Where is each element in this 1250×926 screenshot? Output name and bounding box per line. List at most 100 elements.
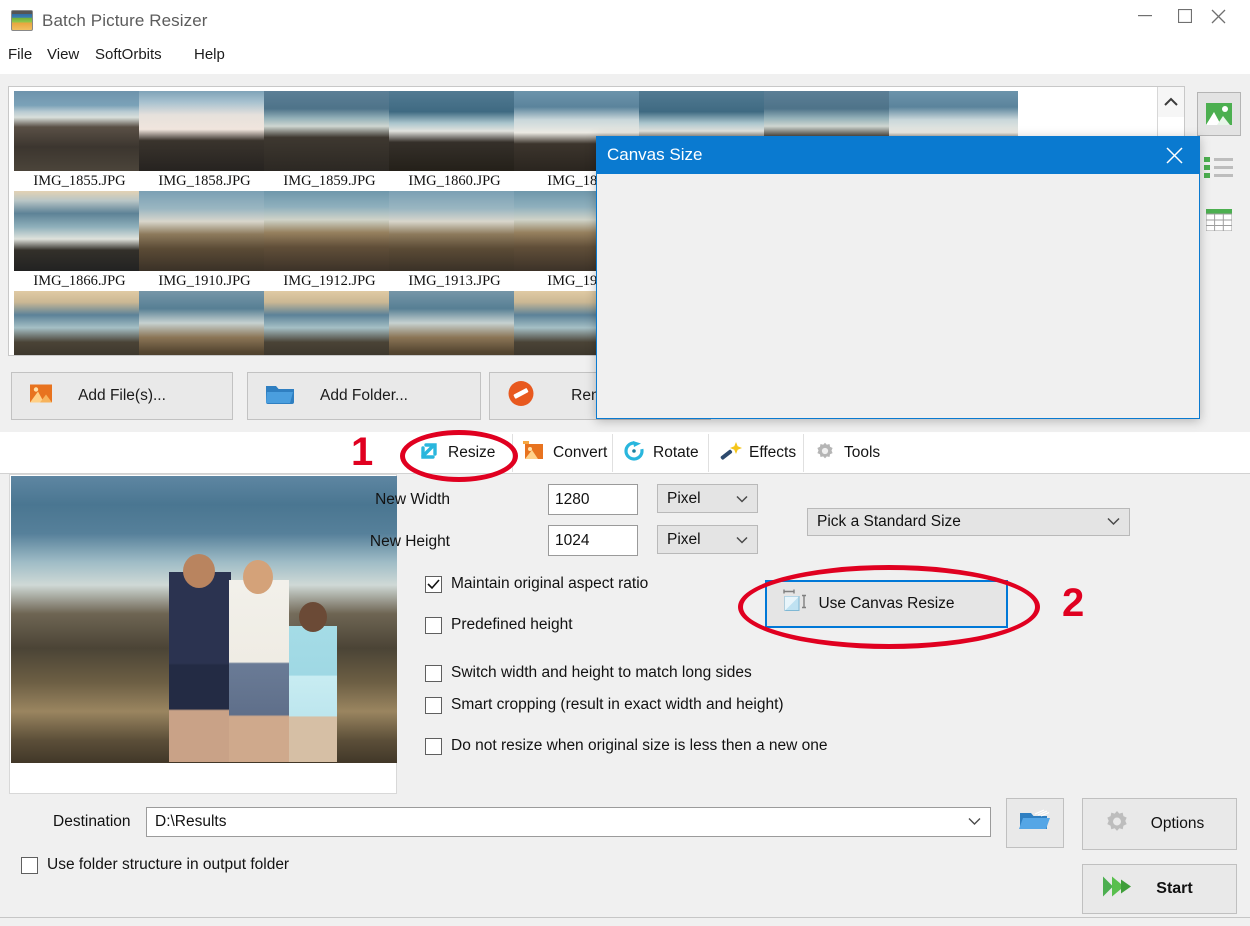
thumbnail-item[interactable]	[264, 291, 395, 355]
new-height-label: New Height	[369, 533, 450, 550]
preview-image	[11, 476, 397, 763]
add-folder-label: Add Folder...	[320, 387, 408, 404]
preview-figure-child-head	[299, 602, 327, 632]
chevron-up-icon[interactable]	[1158, 87, 1184, 117]
start-button[interactable]: Start	[1082, 864, 1237, 914]
checkbox-box[interactable]	[425, 737, 442, 755]
thumbnail-label: IMG_1855.JPG	[33, 173, 126, 189]
preview-figure-woman-head	[243, 560, 273, 594]
add-files-button[interactable]: Add File(s)...	[11, 372, 233, 420]
checkbox-use-folder-structure[interactable]: Use folder structure in output folder	[21, 856, 289, 874]
new-width-unit-select[interactable]: Pixel	[657, 484, 758, 513]
status-bar-divider	[0, 917, 1250, 918]
dialog-close-button[interactable]	[1153, 140, 1195, 171]
preview-figure-woman	[229, 580, 289, 762]
thumbnail-image	[14, 191, 143, 271]
menu-item-softorbits[interactable]: SoftOrbits	[95, 46, 162, 63]
checkbox-label: Use folder structure in output folder	[47, 856, 290, 873]
close-button[interactable]	[1195, 0, 1241, 32]
destination-label: Destination	[53, 813, 131, 830]
list-view-icon[interactable]	[1197, 145, 1241, 189]
preview-pane	[9, 474, 397, 794]
check-icon	[427, 578, 440, 589]
tab-rotate[interactable]: Rotate	[612, 434, 708, 472]
gear-icon	[813, 440, 837, 467]
thumbnail-image	[139, 291, 268, 355]
annotation-number-1: 1	[351, 430, 374, 474]
convert-image-icon	[522, 440, 546, 467]
checkbox-label: Do not resize when original size is less…	[451, 737, 828, 754]
thumbnail-item[interactable]	[139, 291, 270, 355]
canvas-size-dialog: Canvas Size	[596, 136, 1200, 419]
thumbnail-label: IMG_1912.JPG	[283, 273, 376, 289]
options-button[interactable]: Options	[1082, 798, 1237, 850]
thumbnail-label: IMG_1860.JPG	[408, 173, 501, 189]
checkbox-label: Smart cropping (result in exact width an…	[451, 696, 784, 713]
thumbnail-item[interactable]	[14, 291, 145, 355]
thumbnail-item[interactable]	[389, 291, 520, 355]
tab-resize[interactable]: Resize	[408, 434, 505, 472]
thumbnail-item[interactable]: IMG_1859.JPG	[264, 91, 395, 190]
new-width-label: New Width	[375, 491, 450, 508]
thumbnail-item[interactable]: IMG_1858.JPG	[139, 91, 270, 190]
thumbnail-item[interactable]: IMG_1866.JPG	[14, 191, 145, 290]
checkbox-box[interactable]	[425, 616, 442, 634]
rotate-circle-icon	[622, 440, 646, 467]
checkbox-label: Predefined height	[451, 616, 573, 633]
menu-item-help[interactable]: Help	[194, 46, 225, 63]
start-label: Start	[1156, 880, 1193, 897]
browse-folder-button[interactable]	[1006, 798, 1064, 848]
use-canvas-resize-button[interactable]: Use Canvas Resize	[765, 580, 1008, 628]
standard-size-select[interactable]: Pick a Standard Size	[807, 508, 1130, 536]
menu-item-view[interactable]: View	[47, 46, 79, 63]
checkbox-switch-width-height[interactable]: Switch width and height to match long si…	[425, 664, 752, 682]
checkbox-do-not-resize[interactable]: Do not resize when original size is less…	[425, 737, 828, 755]
thumbnail-label: IMG_1913.JPG	[408, 273, 501, 289]
new-width-input[interactable]: 1280	[548, 484, 638, 515]
thumbnail-item[interactable]: IMG_1912.JPG	[264, 191, 395, 290]
title-bar: Batch Picture Resizer	[0, 0, 1250, 41]
thumbnail-item[interactable]: IMG_1855.JPG	[14, 91, 145, 190]
thumbnail-item[interactable]: IMG_1860.JPG	[389, 91, 520, 190]
thumbnail-image	[14, 91, 143, 171]
new-width-unit-value: Pixel	[667, 489, 701, 507]
thumbnail-image	[14, 291, 143, 355]
details-grid-view-icon[interactable]	[1197, 198, 1241, 242]
new-height-unit-select[interactable]: Pixel	[657, 525, 758, 554]
thumbnail-item[interactable]: IMG_1910.JPG	[139, 191, 270, 290]
tab-effects-label: Effects	[749, 444, 797, 461]
thumbnail-item[interactable]: IMG_1913.JPG	[389, 191, 520, 290]
magic-wand-icon	[718, 440, 742, 467]
thumbnail-image	[389, 191, 518, 271]
checkbox-predefined-height[interactable]: Predefined height	[425, 616, 573, 634]
thumbnail-image	[264, 291, 393, 355]
checkbox-box[interactable]	[425, 696, 442, 714]
preview-figure-child	[289, 626, 337, 762]
checkbox-box[interactable]	[425, 664, 442, 682]
chevron-down-icon	[736, 490, 748, 508]
window-title: Batch Picture Resizer	[42, 11, 208, 30]
use-canvas-resize-label: Use Canvas Resize	[818, 595, 955, 612]
new-height-input[interactable]: 1024	[548, 525, 638, 556]
app-logo-icon	[11, 10, 33, 31]
menu-bar	[0, 41, 1250, 74]
options-label: Options	[1150, 815, 1205, 832]
tab-tools-label: Tools	[844, 444, 881, 461]
destination-input[interactable]: D:\Results	[146, 807, 991, 837]
tab-effects[interactable]: Effects	[708, 434, 805, 472]
checkbox-maintain-aspect-ratio[interactable]: Maintain original aspect ratio	[425, 575, 648, 593]
tab-rotate-label: Rotate	[653, 444, 699, 461]
thumbnail-label: IMG_1866.JPG	[33, 273, 126, 289]
resize-arrow-icon	[417, 440, 441, 467]
add-folder-button[interactable]: Add Folder...	[247, 372, 481, 420]
checkbox-box[interactable]	[425, 575, 442, 593]
tab-tools[interactable]: Tools	[803, 434, 889, 472]
checkbox-box[interactable]	[21, 856, 38, 874]
checkbox-smart-cropping[interactable]: Smart cropping (result in exact width an…	[425, 696, 784, 714]
thumbnail-view-icon[interactable]	[1197, 92, 1241, 136]
tab-convert[interactable]: Convert	[512, 434, 616, 472]
standard-size-value: Pick a Standard Size	[817, 513, 961, 530]
checkbox-label: Switch width and height to match long si…	[451, 664, 752, 681]
menu-item-file[interactable]: File	[8, 46, 32, 63]
chevron-down-icon[interactable]	[968, 813, 981, 831]
